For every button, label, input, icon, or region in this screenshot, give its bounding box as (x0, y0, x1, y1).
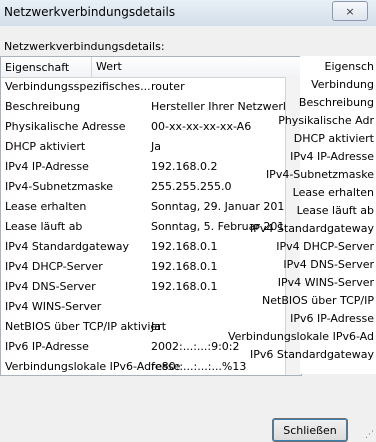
row-property: Beschreibung (5, 100, 81, 113)
row-value: 192.168.0.1 (151, 240, 218, 253)
row-value: Sonntag, 29. Januar 2012 18:19:36 (151, 200, 301, 213)
row-property: Physikalische Adresse (5, 120, 126, 133)
row-value: 2002:...:...:9:0:2 (151, 340, 240, 353)
row-value: 192.168.0.2 (151, 160, 218, 173)
side-item: Beschreibung (298, 96, 374, 109)
row-value: Ja (151, 140, 161, 153)
table-row[interactable]: Beschreibung Hersteller Ihrer Netzwerkkar… (1, 99, 301, 115)
dialog-body: Netzwerkverbindungsdetails: Eigenschaft … (0, 26, 376, 442)
side-item: IPv6 IP-Adresse (290, 312, 374, 325)
side-item: NetBIOS über TCP/IP (262, 294, 374, 307)
row-value: fe80::...:...:...%13 (151, 360, 247, 373)
table-row[interactable]: Verbindungsspezifisches... router (1, 79, 301, 95)
table-row[interactable]: Lease erhalten Sonntag, 29. Januar 2012 1… (1, 199, 301, 215)
table-row[interactable]: IPv4-Subnetzmaske 255.255.255.0 (1, 179, 301, 195)
side-item: DHCP aktiviert (293, 132, 374, 145)
side-item: Verbindung (311, 78, 374, 91)
row-property: NetBIOS über TCP/IP aktiviert (5, 320, 167, 333)
row-value: Hersteller Ihrer Netzwerkkarte (151, 100, 302, 113)
title-bar: Netzwerkverbindungsdetails × (0, 0, 376, 26)
row-property: IPv4 DHCP-Server (5, 260, 103, 273)
table-row[interactable]: IPv4 WINS-Server (1, 299, 301, 315)
row-property: IPv4 Standardgateway (5, 240, 129, 253)
table-row[interactable]: Verbindungslokale IPv6-Adresse fe80::...:… (1, 359, 301, 375)
side-item: Physikalische Adr (278, 114, 374, 127)
window-title: Netzwerkverbindungsdetails (4, 5, 176, 19)
details-label: Netzwerkverbindungsdetails: (4, 40, 165, 53)
row-property: IPv6 IP-Adresse (5, 340, 89, 353)
side-item: IPv4 WINS-Server (277, 276, 374, 289)
table-row[interactable]: IPv4 Standardgateway 192.168.0.1 (1, 239, 301, 255)
row-property: IPv4 DNS-Server (5, 280, 96, 293)
table-row[interactable]: IPv4 DNS-Server 192.168.0.1 (1, 279, 301, 295)
side-item: Verbindungslokale IPv6-Ad (227, 330, 374, 343)
row-property: Verbindungsspezifisches... (5, 80, 151, 93)
row-value: 192.168.0.1 (151, 260, 218, 273)
table-row[interactable]: Physikalische Adresse 00-xx-xx-xx-xx-A6 (1, 119, 301, 135)
resize-grip-icon[interactable]: ⋰ (365, 430, 374, 440)
details-list[interactable]: Eigenschaft Wert Verbindungsspezifisches… (0, 56, 302, 376)
row-value: router (151, 80, 185, 93)
row-property: Lease erhalten (5, 200, 87, 213)
row-property: IPv4 IP-Adresse (5, 160, 89, 173)
side-item: IPv4 IP-Adresse (290, 150, 374, 163)
row-value: 00-xx-xx-xx-xx-A6 (151, 120, 252, 133)
side-list: Eigensch Verbindung Beschreibung Physikalis… (228, 56, 376, 374)
table-row[interactable]: DHCP aktiviert Ja (1, 139, 301, 155)
row-value: 255.255.255.0 (151, 180, 232, 193)
list-header: Eigenschaft Wert (1, 57, 301, 78)
window: Netzwerkverbindungsdetails × Netzwerkver… (0, 0, 376, 442)
side-item: Eigensch (324, 60, 374, 73)
column-header-value[interactable]: Wert (91, 57, 122, 77)
row-property: Lease läuft ab (5, 220, 83, 233)
row-property: IPv4-Subnetzmaske (5, 180, 114, 193)
table-row[interactable]: IPv4 IP-Adresse 192.168.0.2 (1, 159, 301, 175)
side-item: IPv6 Standardgateway (250, 348, 374, 361)
row-property: DHCP aktiviert (5, 140, 86, 153)
close-button[interactable]: Schließen (272, 418, 348, 442)
row-value: 192.168.0.1 (151, 280, 218, 293)
column-header-property[interactable]: Eigenschaft (5, 61, 69, 74)
row-value: Ja (151, 320, 161, 333)
close-icon[interactable]: × (332, 1, 368, 21)
row-property: IPv4 WINS-Server (5, 300, 102, 313)
table-row[interactable]: IPv4 DHCP-Server 192.168.0.1 (1, 259, 301, 275)
